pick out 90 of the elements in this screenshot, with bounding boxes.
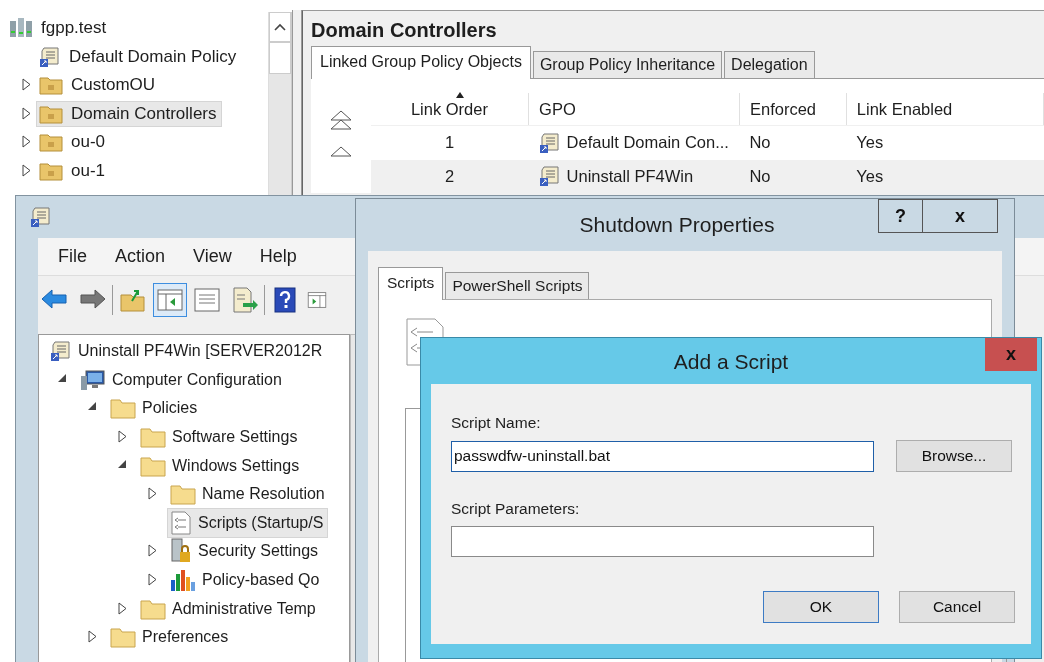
caret-right-icon[interactable] xyxy=(21,163,31,177)
caret-right-icon[interactable] xyxy=(21,106,31,120)
field-label: Script Name: xyxy=(451,413,542,433)
caret-right-icon[interactable] xyxy=(117,430,127,444)
browse-button[interactable]: Browse... xyxy=(896,440,1012,472)
table-cell: Yes xyxy=(846,159,1044,193)
tree-item[interactable]: Computer Configuration xyxy=(77,365,287,394)
table-cell: Uninstall PF4Win xyxy=(566,166,694,186)
caret-right-icon[interactable] xyxy=(21,135,31,149)
menu-item[interactable]: File xyxy=(58,246,87,267)
chevron-up-icon[interactable] xyxy=(274,23,286,31)
scrollbar[interactable] xyxy=(268,12,292,195)
tree-item[interactable]: Default Domain Policy xyxy=(36,42,242,71)
tab[interactable]: Scripts xyxy=(378,267,444,300)
server-lock-icon xyxy=(170,538,192,565)
tab[interactable]: Linked Group Policy Objects xyxy=(311,46,531,79)
scroll-document-icon xyxy=(39,45,61,68)
caret-down-icon[interactable] xyxy=(57,372,67,383)
column-header[interactable]: GPO xyxy=(528,93,740,126)
menu-item[interactable]: View xyxy=(193,246,232,267)
help-button[interactable]: ? xyxy=(878,199,923,233)
folder-icon xyxy=(110,626,136,649)
close-button[interactable]: x xyxy=(923,199,998,233)
tree-item[interactable]: ou-0 xyxy=(36,129,111,156)
folder-icon xyxy=(140,426,166,449)
menu-item[interactable]: Action xyxy=(115,246,166,267)
caret-right-icon[interactable] xyxy=(87,630,97,644)
caret-right-icon[interactable] xyxy=(147,573,157,587)
dialog-button[interactable]: OK xyxy=(763,591,879,623)
table-cell: Yes xyxy=(846,125,1044,160)
tree-item[interactable]: ou-1 xyxy=(36,157,111,184)
tab[interactable]: Group Policy Inheritance xyxy=(532,51,723,78)
tree-item[interactable]: Administrative Temp xyxy=(137,594,321,623)
input-field[interactable] xyxy=(451,526,874,557)
folder-icon xyxy=(39,132,63,153)
tree-item[interactable]: Preferences xyxy=(107,623,234,652)
sort-arrow-icon xyxy=(454,91,465,99)
scroll-document-icon xyxy=(50,340,72,363)
field-label: Script Parameters: xyxy=(451,499,581,519)
dialog-button[interactable]: Cancel xyxy=(899,591,1015,623)
folder-icon xyxy=(110,397,136,420)
folder-icon xyxy=(39,75,63,96)
column-header[interactable]: Link Order xyxy=(370,93,529,126)
folder-icon xyxy=(140,597,166,620)
table-cell: Default Domain Con... xyxy=(566,133,729,153)
caret-down-icon[interactable] xyxy=(87,401,97,412)
move-top-icon[interactable] xyxy=(328,109,353,131)
tab[interactable]: PowerShell Scripts xyxy=(445,272,590,299)
pane-title: Domain Controllers xyxy=(311,19,498,42)
table-cell: 2 xyxy=(370,159,529,193)
tree-item[interactable]: Software Settings xyxy=(137,423,303,452)
folder-icon xyxy=(39,160,63,181)
server-icon xyxy=(9,17,33,40)
tree-item[interactable]: Uninstall PF4Win [SERVER2012R xyxy=(47,337,328,366)
dialog-title: Shutdown Properties xyxy=(578,212,776,237)
scroll-document-icon xyxy=(30,206,52,228)
tree-item[interactable]: Scripts (Startup/S xyxy=(167,507,329,538)
tree-item[interactable]: Policy-based Qo xyxy=(167,565,325,596)
tree-item[interactable]: fgpp.test xyxy=(6,14,112,43)
dialog-title: Add a Script xyxy=(672,349,790,375)
scroll-document-icon xyxy=(538,165,561,188)
caret-right-icon[interactable] xyxy=(117,601,127,615)
computer-icon xyxy=(80,368,106,391)
script-document-icon xyxy=(170,510,192,535)
tree-item[interactable]: CustomOU xyxy=(36,72,161,99)
table-cell: No xyxy=(739,159,847,193)
caret-right-icon[interactable] xyxy=(147,544,157,558)
caret-down-icon[interactable] xyxy=(117,458,127,469)
table-cell: 1 xyxy=(370,125,529,160)
tree-item[interactable]: Windows Settings xyxy=(137,451,305,480)
caret-right-icon[interactable] xyxy=(21,78,31,92)
caret-right-icon[interactable] xyxy=(147,487,157,501)
close-button[interactable]: x xyxy=(985,338,1037,371)
scroll-thumb[interactable] xyxy=(269,42,291,74)
tree-item[interactable]: Security Settings xyxy=(167,535,324,568)
menu-item[interactable]: Help xyxy=(259,246,297,267)
column-header[interactable]: Enforced xyxy=(739,93,847,126)
bar-chart-icon xyxy=(170,568,196,593)
tree-item[interactable]: Policies xyxy=(107,394,203,423)
panel-button[interactable] xyxy=(153,283,187,317)
tree-item[interactable]: Domain Controllers xyxy=(36,100,222,127)
folder-icon xyxy=(140,454,166,477)
move-up-icon[interactable] xyxy=(328,145,353,157)
folder-icon xyxy=(39,103,63,124)
table-cell: No xyxy=(739,125,847,160)
scroll-document-icon xyxy=(538,131,561,154)
tree-item[interactable]: Name Resolution xyxy=(167,480,330,509)
input-field[interactable]: passwdfw-uninstall.bat xyxy=(451,440,874,472)
tab[interactable]: Delegation xyxy=(724,51,815,78)
column-header[interactable]: Link Enabled xyxy=(846,93,1044,126)
